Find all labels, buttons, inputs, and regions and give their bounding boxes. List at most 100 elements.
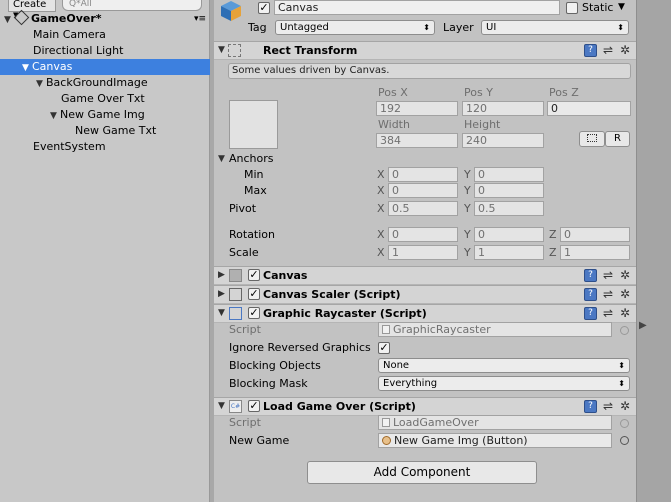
raycaster-script-field: GraphicRaycaster bbox=[378, 322, 612, 337]
pos-y-field[interactable]: 120 bbox=[462, 101, 544, 116]
gear-icon[interactable]: ✲ bbox=[620, 44, 630, 57]
preset-sliders-icon[interactable]: ⇌ bbox=[603, 288, 613, 301]
expand-triangle-icon[interactable]: ▼ bbox=[36, 76, 46, 92]
script-file-icon bbox=[382, 418, 390, 427]
help-icon[interactable]: ? bbox=[584, 269, 597, 282]
canvas-scaler-title: Canvas Scaler (Script) bbox=[263, 288, 401, 301]
pos-z-field[interactable]: 0 bbox=[547, 101, 631, 116]
item-label: New Game Txt bbox=[75, 124, 157, 137]
preset-sliders-icon[interactable]: ⇌ bbox=[603, 269, 613, 282]
hierarchy-item-new-game-img[interactable]: ▼ New Game Img bbox=[0, 107, 210, 123]
canvas-scaler-header[interactable]: ▶ ✓ Canvas Scaler (Script) ? ⇌ ✲ bbox=[214, 285, 636, 304]
tag-value: Untagged bbox=[280, 22, 329, 33]
scene-header[interactable]: ▼ GameOver* ▾≡ bbox=[0, 9, 210, 28]
preset-sliders-icon[interactable]: ⇌ bbox=[603, 44, 613, 57]
add-component-button[interactable]: Add Component bbox=[307, 461, 537, 484]
tag-label: Tag bbox=[248, 21, 267, 34]
anchor-min-y-field[interactable]: 0 bbox=[474, 167, 544, 182]
anchor-max-x-field[interactable]: 0 bbox=[388, 183, 458, 198]
scale-x-field[interactable]: 1 bbox=[388, 245, 458, 260]
axis-z-label: Z bbox=[549, 246, 557, 259]
fold-triangle-icon[interactable]: ▼ bbox=[218, 308, 225, 318]
help-icon[interactable]: ? bbox=[584, 307, 597, 320]
rotation-y-field[interactable]: 0 bbox=[474, 227, 544, 242]
pos-x-field[interactable]: 192 bbox=[376, 101, 458, 116]
canvas-component-header[interactable]: ▶ ✓ Canvas ? ⇌ ✲ bbox=[214, 266, 636, 285]
rotation-x-field[interactable]: 0 bbox=[388, 227, 458, 242]
ignore-reversed-checkbox[interactable]: ✓ bbox=[378, 342, 390, 354]
blueprint-mode-button[interactable] bbox=[579, 131, 605, 147]
load-game-over-enabled-checkbox[interactable]: ✓ bbox=[248, 400, 260, 412]
item-label: EventSystem bbox=[33, 140, 106, 153]
help-icon[interactable]: ? bbox=[584, 44, 597, 57]
expand-triangle-icon[interactable]: ▼ bbox=[50, 108, 60, 124]
script-file-icon bbox=[382, 325, 390, 334]
hierarchy-item-directional-light[interactable]: Directional Light bbox=[0, 43, 210, 59]
gameobject-icon bbox=[220, 0, 242, 22]
hierarchy-item-new-game-txt[interactable]: New Game Txt bbox=[0, 123, 210, 139]
raycaster-enabled-checkbox[interactable]: ✓ bbox=[248, 307, 260, 319]
static-checkbox[interactable] bbox=[566, 2, 578, 14]
axis-y-label: Y bbox=[464, 228, 471, 241]
tag-dropdown[interactable]: Untagged ⬍ bbox=[275, 20, 435, 35]
height-field[interactable]: 240 bbox=[462, 133, 544, 148]
pos-y-label: Pos Y bbox=[464, 86, 493, 99]
anchors-fold-icon[interactable]: ▼ bbox=[218, 154, 225, 164]
static-dropdown-icon[interactable]: ▼ bbox=[618, 0, 625, 15]
rotation-z-field[interactable]: 0 bbox=[560, 227, 630, 242]
hierarchy-item-background-image[interactable]: ▼ BackGroundImage bbox=[0, 75, 210, 91]
fold-triangle-icon[interactable]: ▼ bbox=[218, 45, 225, 55]
rect-transform-header[interactable]: ▼ Rect Transform ? ⇌ ✲ bbox=[214, 41, 636, 60]
rotation-label: Rotation bbox=[229, 228, 276, 241]
load-script-field: LoadGameOver bbox=[378, 415, 612, 430]
graphic-raycaster-header[interactable]: ▼ ✓ Graphic Raycaster (Script) ? ⇌ ✲ bbox=[214, 304, 636, 323]
gear-icon[interactable]: ✲ bbox=[620, 307, 630, 320]
fold-triangle-icon[interactable]: ▶ bbox=[218, 270, 225, 280]
collapse-arrow-icon[interactable]: ▶ bbox=[639, 320, 647, 331]
anchor-max-y-field[interactable]: 0 bbox=[474, 183, 544, 198]
layer-dropdown[interactable]: UI ⬍ bbox=[481, 20, 629, 35]
gear-icon[interactable]: ✲ bbox=[620, 269, 630, 282]
raycaster-script-label: Script bbox=[229, 323, 261, 336]
fold-triangle-icon[interactable]: ▼ bbox=[218, 401, 225, 411]
blocking-objects-dropdown[interactable]: None ⬍ bbox=[378, 358, 630, 373]
hierarchy-item-canvas[interactable]: ▼ Canvas bbox=[0, 59, 210, 75]
preset-sliders-icon[interactable]: ⇌ bbox=[603, 307, 613, 320]
script-value: LoadGameOver bbox=[393, 416, 479, 429]
script-value: GraphicRaycaster bbox=[393, 323, 491, 336]
pivot-y-field[interactable]: 0.5 bbox=[474, 201, 544, 216]
gear-icon[interactable]: ✲ bbox=[620, 288, 630, 301]
object-picker-icon[interactable] bbox=[620, 436, 629, 445]
pivot-label: Pivot bbox=[229, 202, 257, 215]
hierarchy-item-game-over-txt[interactable]: Game Over Txt bbox=[0, 91, 210, 107]
expand-triangle-icon[interactable]: ▼ bbox=[22, 60, 32, 76]
pivot-x-field[interactable]: 0.5 bbox=[388, 201, 458, 216]
anchor-presets-box[interactable] bbox=[229, 100, 278, 149]
canvas-scaler-enabled-checkbox[interactable]: ✓ bbox=[248, 288, 260, 300]
active-checkbox[interactable]: ✓ bbox=[258, 2, 270, 14]
hierarchy-item-main-camera[interactable]: Main Camera bbox=[0, 27, 210, 43]
scale-z-field[interactable]: 1 bbox=[560, 245, 630, 260]
height-label: Height bbox=[464, 118, 501, 131]
hierarchy-item-eventsystem[interactable]: EventSystem bbox=[0, 139, 210, 155]
anchor-min-x-field[interactable]: 0 bbox=[388, 167, 458, 182]
fold-triangle-icon[interactable]: ▶ bbox=[218, 289, 225, 299]
canvas-enabled-checkbox[interactable]: ✓ bbox=[248, 269, 260, 281]
axis-z-label: Z bbox=[549, 228, 557, 241]
scene-view-edge: ▶ bbox=[636, 0, 671, 502]
gear-icon[interactable]: ✲ bbox=[620, 400, 630, 413]
scene-menu-icon[interactable]: ▾≡ bbox=[194, 10, 206, 28]
driven-values-note: Some values driven by Canvas. bbox=[228, 63, 631, 79]
help-icon[interactable]: ? bbox=[584, 400, 597, 413]
new-game-field[interactable]: New Game Img (Button) bbox=[378, 433, 612, 448]
raw-edit-button[interactable]: R bbox=[605, 131, 630, 147]
blocking-mask-dropdown[interactable]: Everything ⬍ bbox=[378, 376, 630, 391]
width-field[interactable]: 384 bbox=[376, 133, 458, 148]
ignore-reversed-label: Ignore Reversed Graphics bbox=[229, 341, 371, 354]
object-name-field[interactable]: Canvas bbox=[274, 0, 560, 15]
canvas-scaler-icon bbox=[229, 288, 242, 301]
load-game-over-header[interactable]: ▼ C# ✓ Load Game Over (Script) ? ⇌ ✲ bbox=[214, 397, 636, 416]
scale-y-field[interactable]: 1 bbox=[474, 245, 544, 260]
preset-sliders-icon[interactable]: ⇌ bbox=[603, 400, 613, 413]
help-icon[interactable]: ? bbox=[584, 288, 597, 301]
